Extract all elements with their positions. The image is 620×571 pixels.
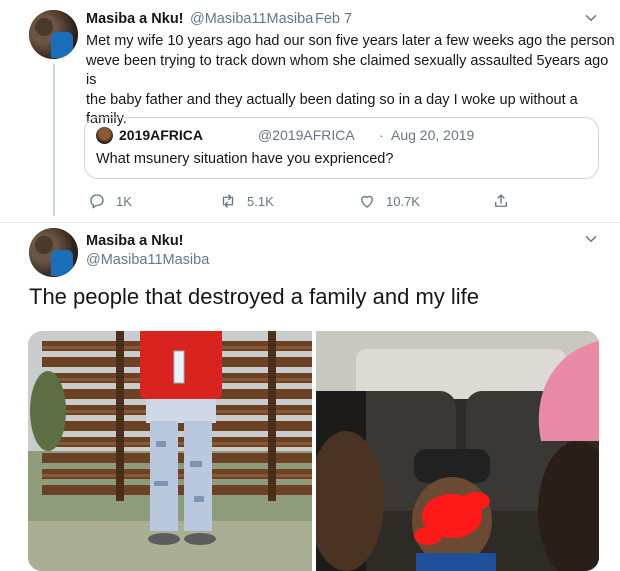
avatar xyxy=(96,127,113,144)
reply-button[interactable]: 1K xyxy=(88,191,132,211)
reply-icon xyxy=(90,194,104,209)
display-name[interactable]: Masiba a Nku! xyxy=(86,11,184,27)
tweet-text: The people that destroyed a family and m… xyxy=(29,284,480,309)
thread-line xyxy=(53,64,55,216)
retweet-button[interactable]: 5.1K xyxy=(219,191,274,211)
handle[interactable]: @Masiba11Masiba xyxy=(86,252,209,268)
like-button[interactable]: 10.7K xyxy=(358,191,420,211)
quoted-handle: @2019AFRICA xyxy=(258,127,355,143)
chevron-down-icon[interactable] xyxy=(582,9,600,27)
avatar[interactable] xyxy=(29,10,78,59)
retweet-count: 5.1K xyxy=(247,193,274,209)
photo[interactable] xyxy=(28,331,312,571)
tweet-date[interactable]: Feb 7 xyxy=(315,11,352,27)
like-count: 10.7K xyxy=(386,193,420,209)
share-icon xyxy=(495,194,507,207)
tweet[interactable]: Masiba a Nku! @Masiba11Masiba · Feb 7 Me… xyxy=(0,0,620,222)
tweet-text-line: Met my wife 10 years ago had our son fiv… xyxy=(86,33,615,49)
heart-icon xyxy=(361,195,373,208)
avatar[interactable] xyxy=(29,228,78,277)
display-name[interactable]: Masiba a Nku! xyxy=(86,233,184,249)
divider xyxy=(0,222,620,223)
handle[interactable]: @Masiba11Masiba xyxy=(190,11,313,27)
tweet-text: Met my wife 10 years ago had our son fiv… xyxy=(86,32,620,130)
media-gallery[interactable] xyxy=(28,331,599,571)
photo[interactable] xyxy=(316,331,599,571)
car-selfie-photo xyxy=(316,331,599,571)
tweet-text-line: the baby father and they actually been d… xyxy=(86,91,578,108)
reply-count: 1K xyxy=(116,193,132,209)
quoted-display-name: 2019AFRICA xyxy=(119,127,204,143)
quoted-text: What msunery situation have you exprienc… xyxy=(96,151,394,167)
share-button[interactable] xyxy=(492,191,520,211)
man-by-fence-photo xyxy=(28,331,312,571)
chevron-down-icon[interactable] xyxy=(582,230,600,248)
quoted-date: Aug 20, 2019 xyxy=(391,127,475,143)
tweet-text-line: weve been trying to track down whom she … xyxy=(86,52,609,89)
separator-dot: · xyxy=(304,11,309,27)
retweet-icon xyxy=(222,194,234,208)
separator-dot: · xyxy=(379,127,384,143)
quoted-tweet[interactable]: 2019AFRICA @2019AFRICA · Aug 20, 2019 Wh… xyxy=(84,117,599,179)
